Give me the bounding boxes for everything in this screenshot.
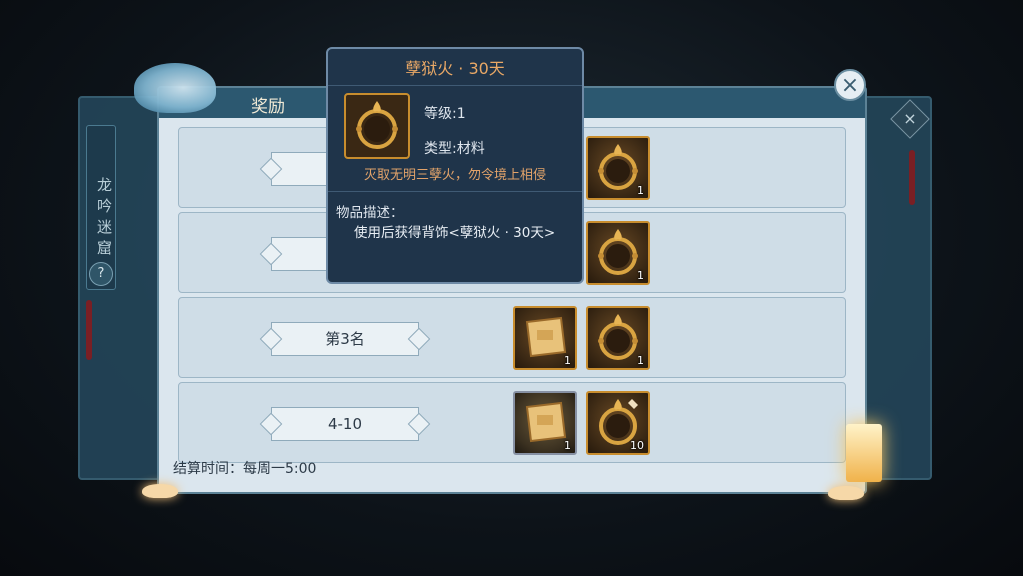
item-count: 1 [564,354,571,367]
tooltip-desc-label: 物品描述： [336,205,404,221]
item-count: 10 [630,439,644,452]
tooltip-title: 孽狱火 · 30天 [328,49,582,86]
ring-material-icon [344,93,410,159]
close-button[interactable]: × [834,69,866,101]
item-count: 1 [637,354,644,367]
ring-material-icon[interactable]: 1 [586,221,650,285]
help-icon[interactable]: ? [89,262,113,286]
reward-row: 4-10 1 10 [178,382,846,463]
lantern-decoration [846,424,882,482]
ring-material-icon[interactable]: 1 [586,306,650,370]
lotus-decoration [828,486,864,500]
tassel-decoration [86,300,92,360]
rank-label: 4-10 [271,407,419,441]
ring-fragment-icon[interactable]: 10 [586,391,650,455]
scroll-icon[interactable]: 1 [513,306,577,370]
tooltip-type: 类型:材料 [424,141,485,157]
reward-row: 第3名 1 1 [178,297,846,378]
item-count: 1 [637,269,644,282]
tooltip-description: 使用后获得背饰<孽狱火 · 30天> [354,225,556,241]
ring-material-icon[interactable]: 1 [586,136,650,200]
tooltip-flavor-text: 灭取无明三孽火，勿令境上相侵 [328,161,582,192]
item-count: 1 [564,439,571,452]
item-tooltip: 孽狱火 · 30天 等级:1 类型:材料 灭取无明三孽火，勿令境上相侵 物品描述… [326,47,584,284]
fan-decoration-icon [134,63,216,113]
panel-title: 奖励 [251,97,285,117]
close-icon: × [840,73,860,98]
settle-time-text: 结算时间：每周一5:00 [173,461,317,477]
tassel-decoration [909,150,915,205]
scroll-icon[interactable]: 1 [513,391,577,455]
lotus-decoration [142,484,178,498]
item-count: 1 [637,184,644,197]
tooltip-level: 等级:1 [424,106,466,122]
rank-label: 第3名 [271,322,419,356]
